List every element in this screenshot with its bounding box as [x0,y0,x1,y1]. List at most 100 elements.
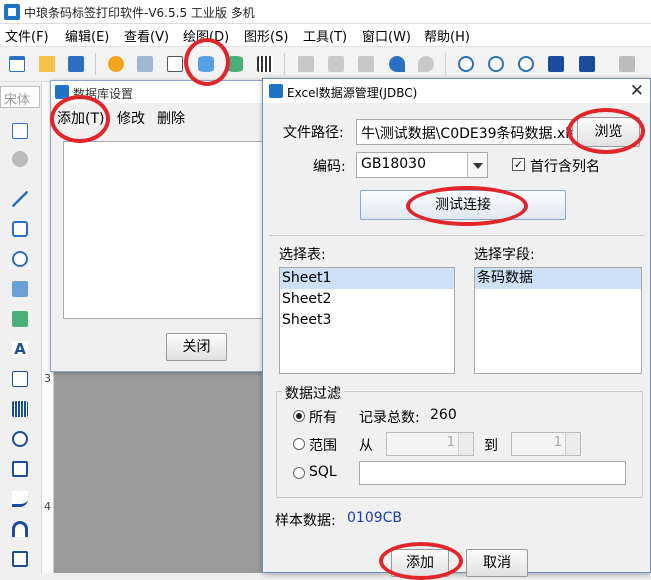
sql-input[interactable] [359,461,626,485]
menu-tools[interactable]: 工具(T) [303,26,347,45]
toolbar-separator [95,53,96,75]
database-settings-dialog: 数据库设置 添加(T) 修改 删除 关闭 [50,80,263,372]
chevron-down-icon[interactable] [467,153,487,177]
list-item-sheet3[interactable]: Sheet3 [280,310,454,331]
table-listbox[interactable]: Sheet1 Sheet2 Sheet3 [279,267,455,374]
database-icon[interactable] [195,53,217,75]
filter-range-radio[interactable] [293,438,305,450]
main-toolbar [0,46,651,82]
excel-datasource-dialog: Excel数据源管理(JDBC) ✕ 文件路径: 牛\测试数据\C0DE39条码… [262,78,651,577]
dialog-title: 数据库设置 [73,87,134,101]
toolbar-separator [284,53,285,75]
menu-window[interactable]: 窗口(W) [362,26,411,45]
browse-button[interactable]: 浏览 [577,117,640,147]
range-to-stepper[interactable]: 1 [511,432,581,456]
polygon-tool-icon[interactable] [9,548,33,572]
line-tool-icon[interactable] [9,188,33,212]
database-link-icon[interactable] [224,53,246,75]
filter-sql-radio[interactable] [293,467,305,479]
rectangle-tool-icon[interactable] [9,218,33,242]
full-screen-icon[interactable] [576,53,598,75]
sample-data-label: 样本数据: [275,513,336,529]
filter-all-radio[interactable] [293,410,305,422]
picture-tool-icon[interactable] [9,308,33,332]
dialog-titlebar: 数据库设置 [51,81,262,103]
open-folder-icon[interactable] [36,53,58,75]
zoom-out-icon[interactable] [485,53,507,75]
field-listbox[interactable]: 条码数据 [474,267,642,374]
encoding-label: 编码: [313,159,346,175]
app-titlebar: 中琅条码标签打印软件-V6.5.5 工业版 多机 [0,0,651,24]
toolbar-separator [445,53,446,75]
datasource-list[interactable] [63,141,263,319]
list-item-field[interactable]: 条码数据 [475,268,641,289]
ruler-mark: 4 [44,500,51,513]
undo-icon[interactable] [386,53,408,75]
dialog-titlebar: Excel数据源管理(JDBC) ✕ [263,79,650,103]
filter-all-label: 所有 [309,410,337,426]
list-item-sheet1[interactable]: Sheet1 [280,268,454,289]
select-table-label: 选择表: [279,247,326,263]
test-connection-button[interactable]: 测试连接 [360,190,566,220]
print-icon[interactable] [134,53,156,75]
menu-shape[interactable]: 图形(S) [244,26,288,45]
settings-gear-icon[interactable] [105,53,127,75]
fit-window-icon[interactable] [545,53,567,75]
menu-draw[interactable]: 绘图(D) [183,26,229,45]
table-tool-icon[interactable] [9,458,33,482]
cut-icon[interactable] [295,53,317,75]
redo-icon[interactable] [415,53,437,75]
sample-data-value: 0109CB [347,510,403,526]
menu-edit[interactable]: 编辑(E) [65,26,109,45]
print-preview-icon[interactable] [164,53,186,75]
arc-tool-icon[interactable] [9,518,33,542]
edit-datasource-menu[interactable]: 修改 [117,108,145,128]
paste-icon[interactable] [355,53,377,75]
copy-icon[interactable] [325,53,347,75]
range-from-stepper[interactable]: 1 [386,432,474,456]
curve-tool-icon[interactable] [9,488,33,512]
ellipse-tool-icon[interactable] [9,248,33,272]
dialog-title: Excel数据源管理(JDBC) [287,86,418,100]
data-filter-label: 数据过滤 [282,383,344,403]
barcode-tool-icon[interactable] [9,398,33,422]
drawing-toolbar: A [0,82,42,573]
ruler-mark: 3 [44,372,51,385]
first-row-header-checkbox[interactable]: ✓ [512,158,525,171]
file-path-label: 文件路径: [283,125,344,141]
filter-range-label: 范围 [309,438,337,454]
delete-datasource-menu[interactable]: 删除 [157,108,185,128]
zoom-fit-icon[interactable] [515,53,537,75]
dialog-app-icon [55,85,69,99]
first-row-header-label: 首行含列名 [530,159,600,175]
barcode-grid-icon[interactable] [254,53,276,75]
qrcode-tool-icon[interactable] [9,428,33,452]
menu-file[interactable]: 文件(F) [5,26,49,45]
close-icon[interactable]: ✕ [630,81,644,101]
app-title: 中琅条码标签打印软件-V6.5.5 工业版 多机 [24,6,255,20]
record-total-value: 260 [430,407,457,423]
save-icon[interactable] [65,53,87,75]
divider [269,235,644,236]
select-pointer-icon[interactable] [9,120,33,144]
close-button[interactable]: 关闭 [166,333,227,361]
image-tool-icon[interactable] [9,278,33,302]
dialog-app-icon [269,84,283,98]
rotate-icon[interactable] [9,148,33,172]
font-name-field[interactable]: 宋体 [0,86,40,108]
text-tool-icon[interactable]: A [9,338,33,362]
menu-bar: 文件(F) 编辑(E) 查看(V) 绘图(D) 图形(S) 工具(T) 窗口(W… [0,24,651,46]
file-path-input[interactable]: 牛\测试数据\C0DE39条码数据.xlsx [356,119,573,145]
rich-text-tool-icon[interactable] [9,368,33,392]
record-total-label: 记录总数: [359,410,420,426]
list-item-sheet2[interactable]: Sheet2 [280,289,454,310]
menu-view[interactable]: 查看(V) [124,26,169,45]
add-datasource-menu[interactable]: 添加(T) [57,108,104,128]
range-from-label: 从 [359,438,373,454]
range-to-label: 到 [484,438,498,454]
new-window-icon[interactable] [6,53,28,75]
align-icon[interactable] [616,53,638,75]
menu-help[interactable]: 帮助(H) [424,26,470,45]
filter-sql-label: SQL [309,464,337,480]
zoom-in-icon[interactable] [455,53,477,75]
